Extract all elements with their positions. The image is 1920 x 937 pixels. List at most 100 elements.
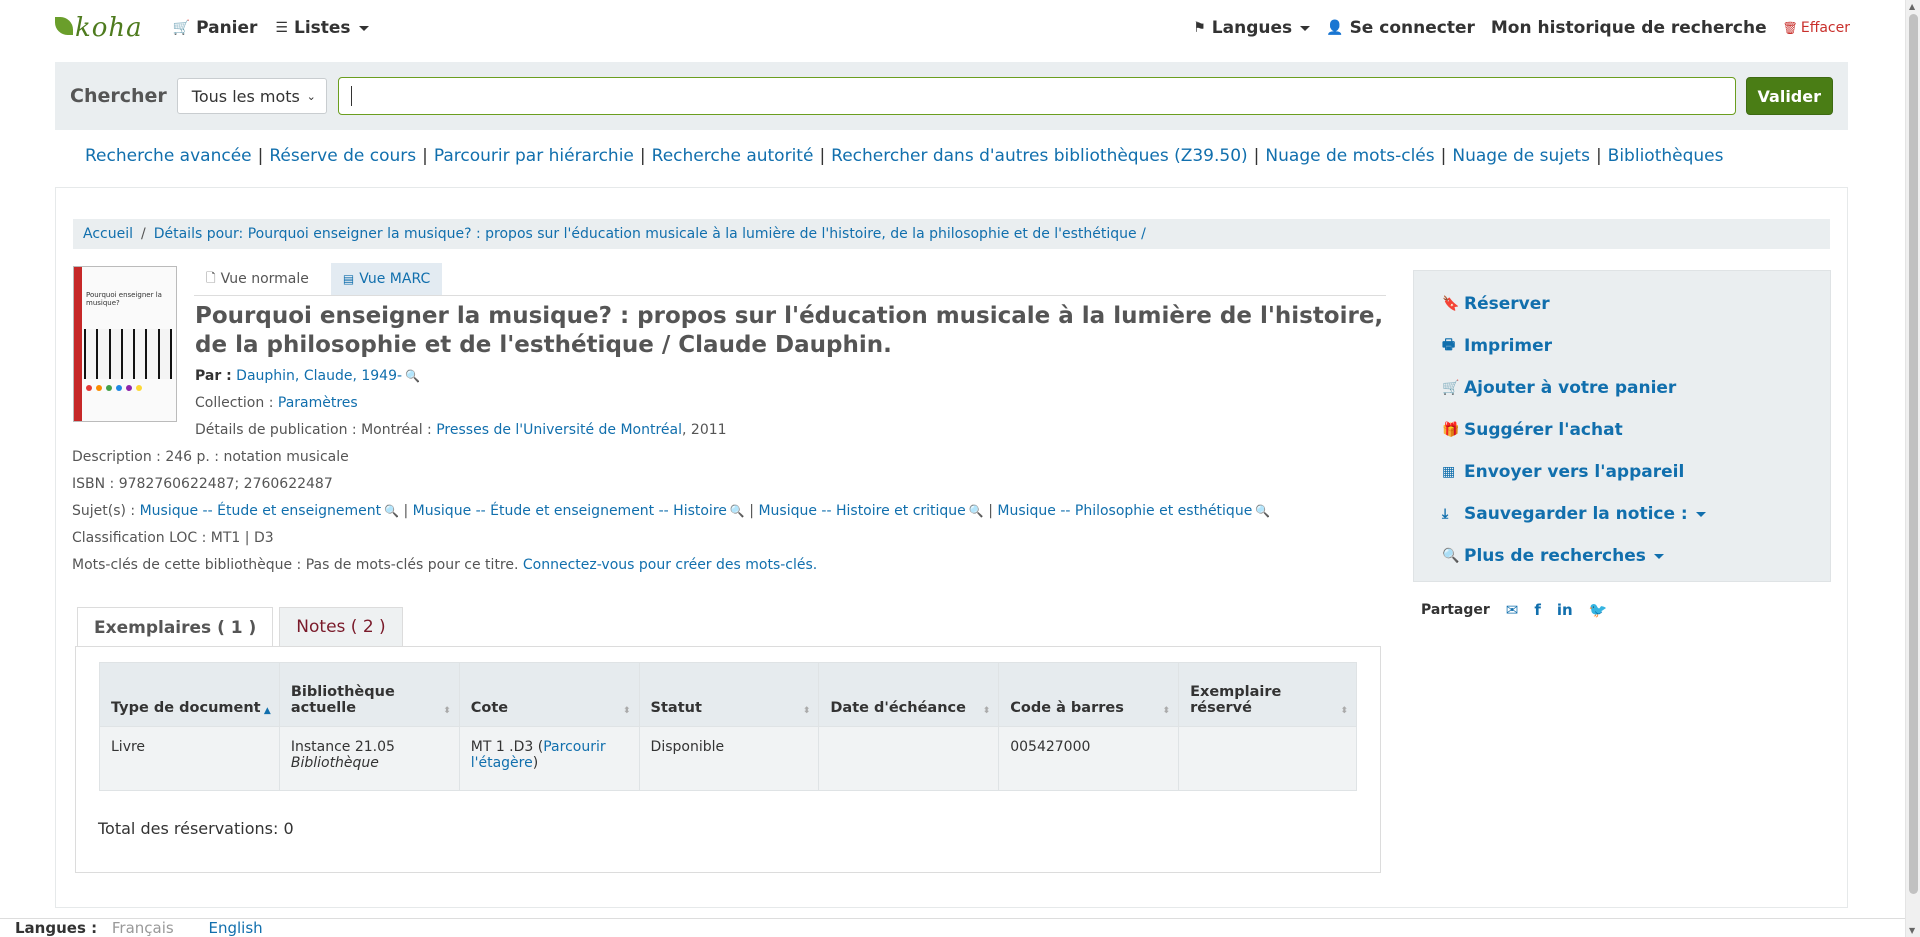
cart-icon: 🛒 — [172, 20, 191, 36]
holdings-tabs: Exemplaires ( 1 ) Notes ( 2 ) — [77, 607, 409, 647]
items-table: Type de document ▲ Bibliothèque actuelle ⬍… — [99, 662, 1357, 791]
breadcrumb-home[interactable]: Accueil — [83, 226, 133, 242]
subject-link[interactable]: Musique -- Histoire et critique — [758, 503, 965, 519]
table-header-row: Type de document ▲ Bibliothèque actuelle ⬍… — [99, 662, 1357, 727]
search-label: Chercher — [70, 85, 167, 107]
table-row: Livre Instance 21.05 Bibliothèque MT 1 .… — [99, 726, 1357, 791]
koha-logo[interactable]: koha — [55, 13, 143, 43]
clear-history-link[interactable]: 🗑 Effacer — [1783, 20, 1850, 36]
facebook-icon[interactable]: f — [1534, 601, 1541, 619]
subject-link[interactable]: Musique -- Étude et enseignement -- Hist… — [413, 503, 727, 519]
page-scrollbar[interactable]: ▲ ▼ — [1905, 0, 1920, 937]
cell-library: Instance 21.05 Bibliothèque — [278, 726, 460, 791]
action-send-to-device[interactable]: ▦ Envoyer vers l'appareil — [1414, 451, 1830, 493]
action-print[interactable]: 🖶 Imprimer — [1414, 325, 1830, 367]
main-content: Accueil / Détails pour: Pourquoi enseign… — [55, 187, 1848, 908]
cart-icon: 🛒 — [1442, 380, 1460, 396]
sort-icon: ⬍ — [1340, 706, 1348, 716]
top-navbar: koha 🛒 Panier ☰ Listes ⚑ Langues 👤 Se co… — [0, 0, 1905, 56]
share-bar: Partager ✉ f in 🐦 — [1421, 601, 1608, 619]
collection-link[interactable]: Paramètres — [278, 395, 358, 411]
action-add-to-cart[interactable]: 🛒 Ajouter à votre panier — [1414, 367, 1830, 409]
scrollbar-thumb[interactable] — [1909, 14, 1918, 894]
search-icon[interactable]: 🔍 — [730, 504, 745, 518]
cover-title: Pourquoi enseigner la musique? — [86, 291, 162, 307]
email-icon[interactable]: ✉ — [1506, 601, 1519, 619]
list-alt-icon: ▤ — [342, 272, 355, 286]
search-submit-button[interactable]: Valider — [1745, 77, 1833, 115]
language-french: Français — [111, 919, 174, 937]
action-more-searches[interactable]: 🔍 Plus de recherches — [1414, 535, 1830, 577]
search-history-link[interactable]: Mon historique de recherche — [1491, 18, 1767, 38]
search-icon[interactable]: 🔍 — [384, 504, 399, 518]
search-icon: 🔍 — [1442, 548, 1460, 564]
bookmark-icon: 🔖 — [1442, 296, 1460, 312]
record-description: Description : 246 p. : notation musicale — [72, 449, 349, 465]
tab-notes[interactable]: Notes ( 2 ) — [279, 607, 403, 646]
record-tags: Mots-clés de cette bibliothèque : Pas de… — [72, 557, 818, 573]
action-suggest-purchase[interactable]: 🎁 Suggérer l'achat — [1414, 409, 1830, 451]
course-reserves-link[interactable]: Réserve de cours — [269, 146, 416, 166]
holdings-panel: Type de document ▲ Bibliothèque actuelle ⬍… — [75, 646, 1381, 873]
subject-link[interactable]: Musique -- Étude et enseignement — [140, 503, 382, 519]
tag-cloud-link[interactable]: Nuage de mots-clés — [1265, 146, 1434, 166]
book-cover-image[interactable]: Pourquoi enseigner la musique? — [73, 266, 177, 422]
piano-keys-graphic — [84, 329, 172, 379]
chevron-down-icon: ⌄ — [306, 89, 316, 103]
subject-cloud-link[interactable]: Nuage de sujets — [1452, 146, 1590, 166]
language-footer: Langues : Français English — [0, 918, 1905, 937]
cell-type: Livre — [99, 726, 280, 791]
authority-search-link[interactable]: Recherche autorité — [652, 146, 814, 166]
column-header[interactable]: Date d'échéance ⬍ — [818, 662, 1000, 727]
column-header[interactable]: Cote ⬍ — [458, 662, 640, 727]
record-publication: Détails de publication : Montréal : Pres… — [195, 422, 727, 438]
search-icon[interactable]: 🔍 — [969, 504, 984, 518]
sort-icon: ⬍ — [982, 706, 991, 716]
tab-normal-view[interactable]: 🗋 Vue normale — [194, 263, 321, 295]
column-header[interactable]: Exemplaire réservé ⬍ — [1178, 662, 1357, 727]
language-english-link[interactable]: English — [209, 919, 263, 937]
gift-icon: 🎁 — [1442, 422, 1460, 438]
colored-dots-graphic — [86, 385, 142, 391]
record-isbn: ISBN : 9782760622487; 2760622487 — [72, 476, 333, 492]
libraries-link[interactable]: Bibliothèques — [1608, 146, 1724, 166]
tab-marc-view[interactable]: ▤ Vue MARC — [330, 263, 443, 295]
search-icon[interactable]: 🔍 — [1255, 504, 1270, 518]
login-to-tag-link[interactable]: Connectez-vous pour créer des mots-clés. — [523, 557, 817, 573]
publisher-link[interactable]: Presses de l'Université de Montréal — [436, 422, 682, 438]
languages-dropdown[interactable]: ⚑ Langues — [1193, 18, 1311, 38]
column-header[interactable]: Type de document ▲ — [99, 662, 280, 727]
tab-items[interactable]: Exemplaires ( 1 ) — [77, 607, 274, 647]
scroll-up-icon[interactable]: ▲ — [1909, 2, 1915, 11]
action-reserve[interactable]: 🔖 Réserver — [1414, 283, 1830, 325]
twitter-icon[interactable]: 🐦 — [1589, 601, 1608, 619]
browse-hierarchy-link[interactable]: Parcourir par hiérarchie — [434, 146, 634, 166]
action-save-record[interactable]: ⤓ Sauvegarder la notice : — [1414, 493, 1830, 535]
author-link[interactable]: Dauphin, Claude, 1949- — [236, 368, 402, 384]
subject-link[interactable]: Musique -- Philosophie et esthétique — [997, 503, 1252, 519]
record-loc: Classification LOC : MT1 | D3 — [72, 530, 274, 546]
linkedin-icon[interactable]: in — [1557, 601, 1573, 619]
leaf-icon — [55, 17, 73, 35]
search-index-select[interactable]: Tous les mots ⌄ — [176, 78, 327, 114]
qrcode-icon: ▦ — [1442, 464, 1456, 480]
search-input[interactable] — [337, 77, 1736, 115]
caret-down-icon — [1695, 511, 1706, 517]
record-actions: 🔖 Réserver 🖶 Imprimer 🛒 Ajouter à votre … — [1413, 270, 1831, 582]
advanced-search-link[interactable]: Recherche avancée — [85, 146, 252, 166]
caret-down-icon — [1300, 25, 1311, 31]
login-link[interactable]: 👤 Se connecter — [1326, 18, 1475, 38]
column-header[interactable]: Code à barres ⬍ — [998, 662, 1180, 727]
scroll-down-icon[interactable]: ▼ — [1909, 926, 1915, 935]
cart-button[interactable]: 🛒 Panier — [173, 18, 258, 38]
search-icon[interactable]: 🔍 — [405, 369, 420, 383]
total-holds: Total des réservations: 0 — [98, 819, 294, 838]
lists-dropdown[interactable]: ☰ Listes — [275, 18, 369, 38]
more-searches-links: Recherche avancée | Réserve de cours | Parco… — [85, 146, 1724, 166]
column-header[interactable]: Bibliothèque actuelle ⬍ — [278, 662, 460, 727]
column-header[interactable]: Statut ⬍ — [638, 662, 820, 727]
record-author: Par : Dauphin, Claude, 1949- 🔍 — [195, 368, 420, 384]
breadcrumb-current[interactable]: Détails pour: Pourquoi enseigner la musi… — [154, 226, 1146, 242]
z3950-search-link[interactable]: Rechercher dans d'autres bibliothèques (… — [831, 146, 1248, 166]
list-icon: ☰ — [275, 20, 288, 36]
